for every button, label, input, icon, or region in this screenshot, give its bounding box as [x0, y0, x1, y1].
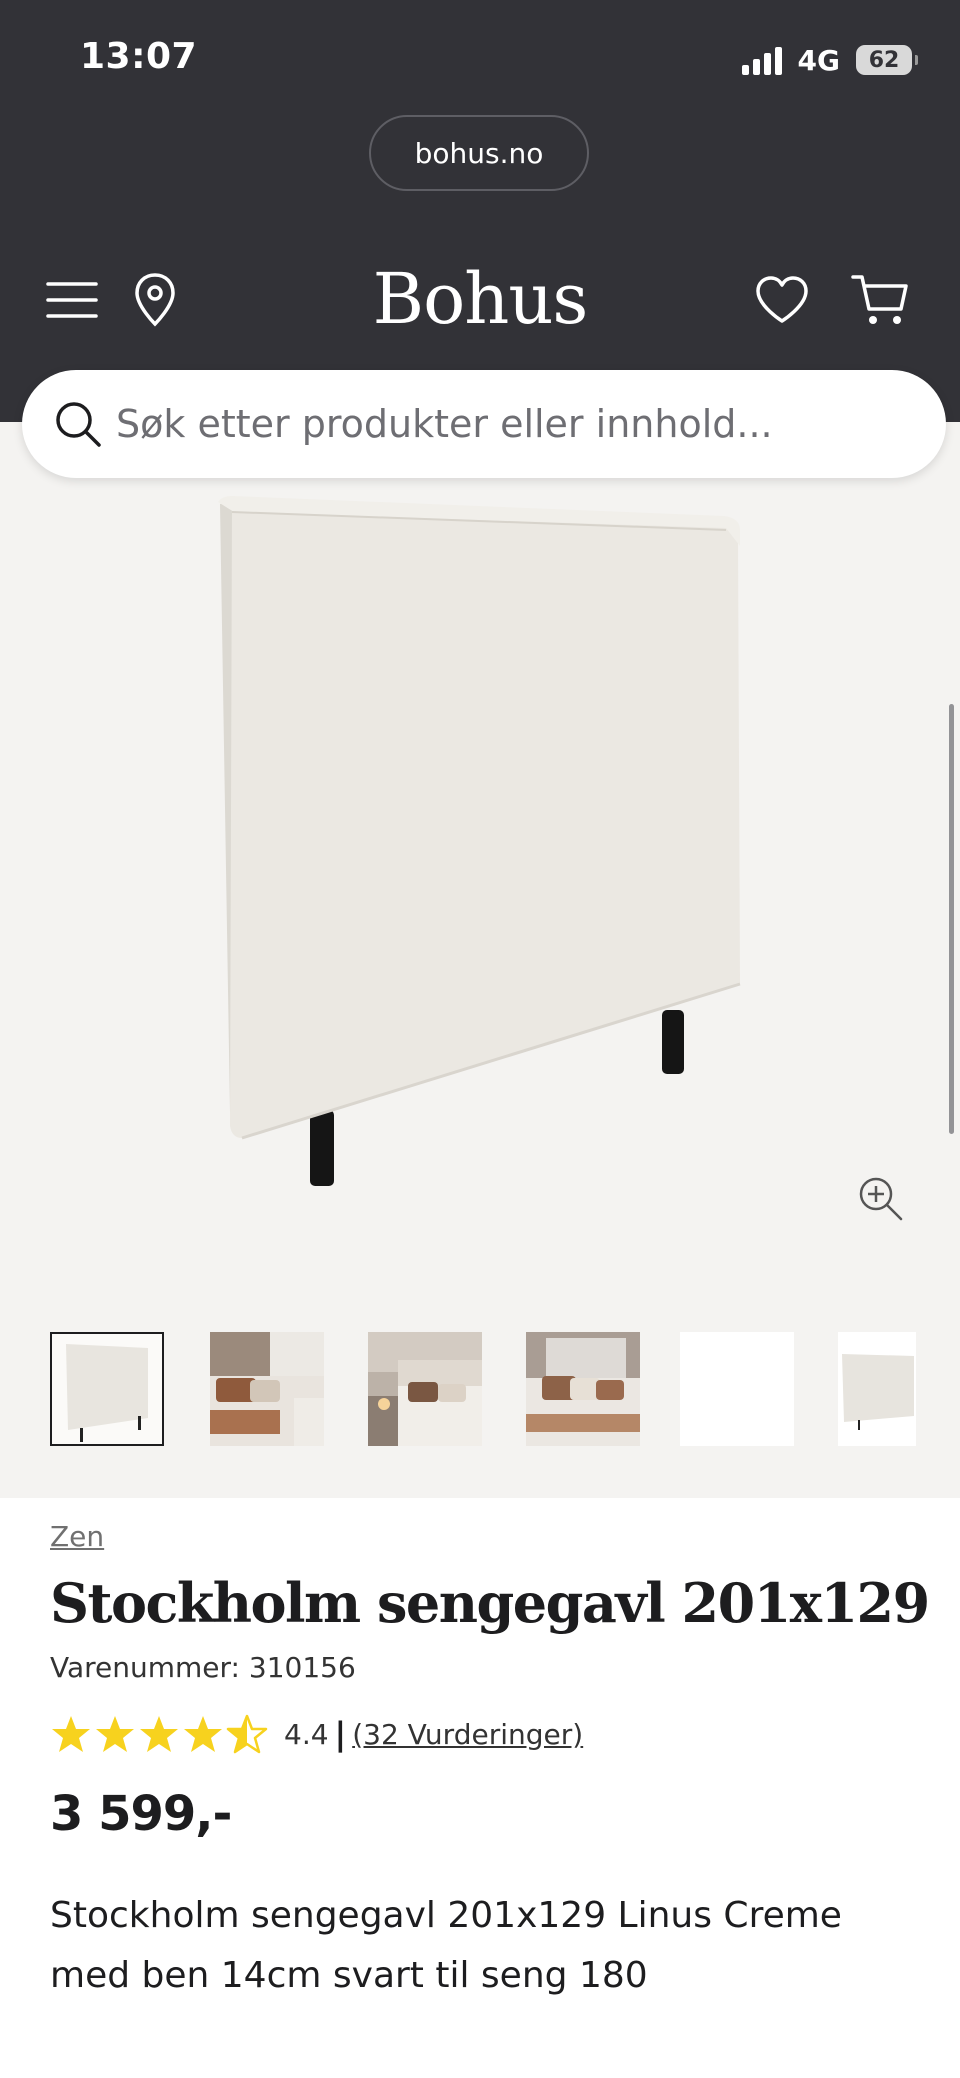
battery-icon: 62 — [856, 45, 918, 75]
scroll-indicator — [949, 704, 954, 1134]
product-image[interactable] — [0, 422, 960, 1222]
product-description: Stockholm sengegavl 201x129 Linus Creme … — [50, 1895, 842, 1996]
status-time: 13:07 — [80, 36, 198, 77]
rating-separator: | — [334, 1715, 347, 1753]
menu-icon[interactable] — [44, 272, 100, 328]
search-input[interactable] — [114, 401, 878, 447]
thumbnail-2[interactable] — [210, 1332, 324, 1446]
star-icon — [96, 1716, 134, 1752]
thumbnail-5[interactable] — [680, 1332, 794, 1446]
network-type: 4G — [797, 43, 840, 77]
url-text: bohus.no — [414, 136, 544, 170]
star-icon — [52, 1716, 90, 1752]
thumbnail-3[interactable] — [368, 1332, 482, 1446]
url-bar[interactable]: bohus.no — [369, 115, 589, 191]
product-info: Zen Stockholm sengegavl 201x129 Varenumm… — [50, 1520, 930, 2006]
half-star-icon — [226, 1714, 268, 1754]
product-title: Stockholm sengegavl 201x129 — [50, 1571, 930, 1635]
status-indicators: 4G 62 — [741, 40, 918, 80]
cart-icon[interactable] — [850, 270, 910, 330]
location-pin-icon[interactable] — [130, 270, 180, 330]
reviews-link[interactable]: (32 Vurderinger) — [352, 1718, 583, 1751]
thumbnail-strip — [50, 1332, 960, 1448]
rating-row: 4.4 | (32 Vurderinger) — [50, 1712, 910, 1756]
heart-icon[interactable] — [754, 272, 810, 328]
star-icon — [140, 1716, 178, 1752]
thumbnail-4[interactable] — [526, 1332, 640, 1446]
star-rating — [50, 1714, 268, 1754]
rating-value: 4.4 — [284, 1717, 329, 1751]
top-bar: 13:07 4G 62 bohus.no Bohus — [0, 0, 960, 422]
search-icon[interactable] — [54, 400, 102, 448]
signal-icon — [741, 45, 782, 75]
bohus-logo[interactable]: Bohus — [330, 258, 630, 340]
battery-level: 62 — [868, 47, 900, 73]
product-price: 3 599,- — [50, 1786, 232, 1842]
zoom-in-icon[interactable] — [858, 1176, 904, 1226]
search-bar[interactable] — [22, 370, 946, 478]
product-sku: Varenummer: 310156 — [50, 1651, 356, 1684]
thumbnail-1[interactable] — [50, 1332, 164, 1446]
star-icon — [184, 1716, 222, 1752]
brand-link[interactable]: Zen — [50, 1520, 104, 1553]
thumbnail-6[interactable] — [838, 1332, 916, 1446]
